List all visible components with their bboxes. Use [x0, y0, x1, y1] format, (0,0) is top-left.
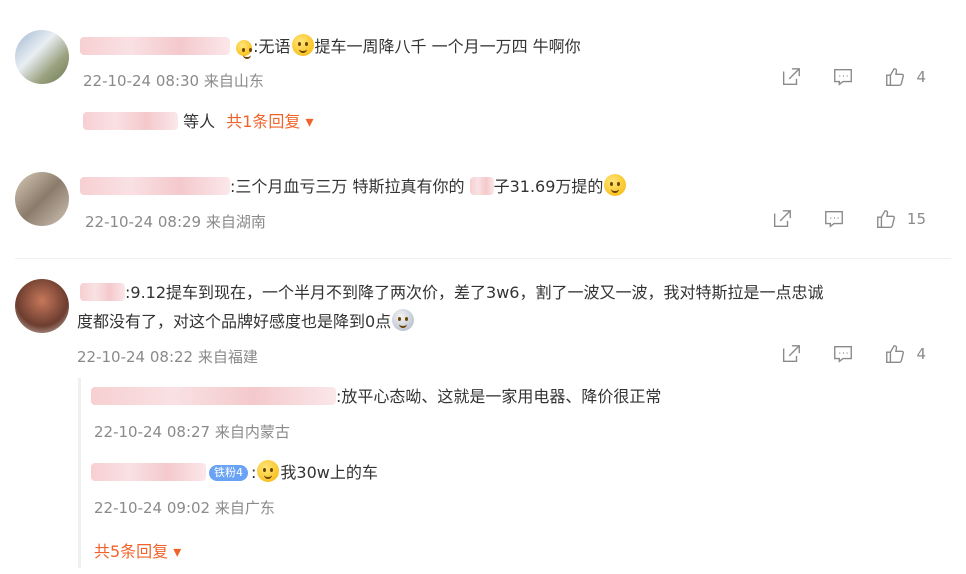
like-icon — [876, 210, 895, 228]
reply-text: 铁粉4: 我30w上的车 — [91, 458, 378, 488]
share-icon — [783, 345, 801, 363]
blurred-text — [469, 177, 494, 195]
like-count: 15 — [906, 210, 926, 228]
comment-text: 度都没有了，对这个品牌好感度也是降到0点 — [77, 307, 415, 337]
emoji-icon — [257, 460, 280, 482]
replies-link[interactable]: 共5条回复 ▾ — [94, 538, 181, 562]
comment-button[interactable] — [832, 66, 854, 88]
comment-text: :9.12提车到现在，一个半月不到降了两次价，差了3w6，割了一波又一波，我对特… — [80, 278, 823, 308]
blurred-username[interactable] — [83, 112, 178, 130]
comment-icon — [824, 210, 843, 228]
avatar[interactable] — [15, 30, 69, 84]
blurred-username[interactable] — [91, 463, 206, 481]
like-button[interactable]: 4 — [884, 66, 926, 88]
like-button[interactable]: 4 — [884, 343, 926, 365]
fan-badge: 铁粉4 — [209, 465, 248, 481]
comment-text-prefix: :无语 — [253, 37, 291, 56]
reply-text-content: 我30w上的车 — [280, 463, 378, 482]
reply-summary: 等人 共1条回复 ▾ — [83, 107, 314, 137]
reply-text-content: :放平心态呦、这就是一家用电器、降价很正常 — [336, 387, 662, 406]
comment-actions: 4 — [780, 343, 926, 365]
emoji-icon — [392, 309, 415, 331]
comment-actions: 15 — [771, 208, 926, 230]
blurred-username[interactable] — [80, 177, 230, 195]
reply-meta: 22-10-24 08:27 来自内蒙古 — [94, 423, 290, 441]
avatar[interactable] — [15, 279, 69, 333]
like-count: 4 — [916, 345, 926, 363]
blurred-username[interactable] — [80, 37, 230, 55]
comment-text-line1: :9.12提车到现在，一个半月不到降了两次价，差了3w6，割了一波又一波，我对特… — [125, 283, 824, 302]
comment-text-suffix: 提车一周降八千 一个月一万四 牛啊你 — [314, 37, 581, 56]
share-button[interactable] — [771, 208, 793, 230]
share-icon — [773, 210, 791, 228]
like-count: 4 — [916, 68, 926, 86]
like-icon — [886, 68, 905, 86]
blurred-username[interactable] — [80, 283, 125, 301]
comment-text-line2: 度都没有了，对这个品牌好感度也是降到0点 — [77, 312, 392, 331]
comment-meta: 22-10-24 08:30 来自山东 — [83, 72, 264, 90]
comment-list: :无语 提车一周降八千 一个月一万四 牛啊你 22-10-24 08:30 来自山… — [0, 0, 966, 574]
comment-icon — [834, 68, 853, 86]
like-icon — [886, 345, 905, 363]
emoji-icon — [291, 34, 314, 56]
reply-meta: 22-10-24 09:02 来自广东 — [94, 499, 275, 517]
comment-button[interactable] — [832, 343, 854, 365]
comment-text-prefix: :三个月血亏三万 特斯拉真有你的 — [230, 177, 465, 196]
avatar[interactable] — [15, 172, 69, 226]
comment-button[interactable] — [823, 208, 845, 230]
comment-actions: 4 — [780, 66, 926, 88]
comment-text: :无语 提车一周降八千 一个月一万四 牛啊你 — [80, 32, 581, 62]
comment-meta: 22-10-24 08:22 来自福建 — [77, 348, 258, 366]
like-button[interactable]: 15 — [875, 208, 926, 230]
share-button[interactable] — [780, 343, 802, 365]
reply-summary-text: 等人 — [183, 112, 216, 131]
comment-text: :三个月血亏三万 特斯拉真有你的 子31.69万提的 — [80, 172, 627, 202]
reply-text: :放平心态呦、这就是一家用电器、降价很正常 — [91, 382, 661, 412]
replies-link[interactable]: 共1条回复 ▾ — [226, 112, 313, 131]
share-button[interactable] — [780, 66, 802, 88]
share-icon — [783, 68, 801, 86]
comment-text-mid: 子31.69万提的 — [493, 177, 604, 196]
comment-icon — [834, 345, 853, 363]
reply-thread: :放平心态呦、这就是一家用电器、降价很正常 22-10-24 08:27 来自内… — [78, 378, 931, 568]
emoji-icon — [604, 174, 627, 196]
comment-meta: 22-10-24 08:29 来自湖南 — [85, 213, 266, 231]
divider — [15, 258, 951, 259]
emoji-icon — [236, 40, 253, 59]
blurred-username[interactable] — [91, 387, 336, 405]
